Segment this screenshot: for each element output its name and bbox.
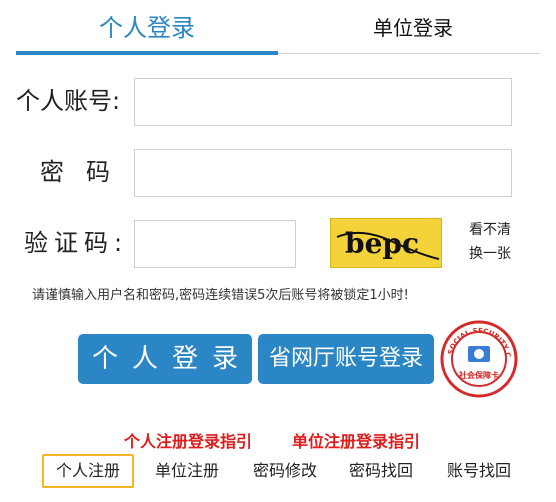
account-field-box <box>134 78 512 126</box>
account-input[interactable] <box>135 79 511 125</box>
captcha-field-box <box>134 220 296 268</box>
captcha-text: bepc <box>345 227 419 260</box>
account-label: 个人账号: <box>16 87 121 115</box>
tab-unit-login[interactable]: 单位登录 <box>290 8 536 48</box>
logo-chinese-text: 社会保障卡 <box>458 370 499 380</box>
personal-register-link[interactable]: 个人注册 <box>42 454 134 488</box>
personal-login-button[interactable]: 个人登录 <box>78 334 252 384</box>
captcha-refresh-link[interactable]: 看不清 换一张 <box>460 218 520 266</box>
captcha-label: 验证码: <box>24 229 129 257</box>
captcha-input[interactable] <box>135 221 295 267</box>
recover-password-link[interactable]: 密码找回 <box>344 454 418 488</box>
tab-personal-login[interactable]: 个人登录 <box>16 8 278 48</box>
captcha-image[interactable]: bepc <box>330 218 442 268</box>
personal-register-guide-link[interactable]: 个人注册登录指引 <box>124 428 252 452</box>
tab-divider <box>278 53 540 54</box>
portal-account-login-button[interactable]: 省网厅账号登录 <box>258 334 434 384</box>
login-tabs: 个人登录 单位登录 <box>0 0 556 58</box>
lock-warning-notice: 请谨慎输入用户名和密码,密码连续错误5次后账号将被锁定1小时! <box>32 288 409 303</box>
captcha-refresh-line2: 换一张 <box>469 246 511 262</box>
password-field-box <box>134 149 512 197</box>
change-password-link[interactable]: 密码修改 <box>248 454 322 488</box>
captcha-refresh-line1: 看不清 <box>469 222 511 238</box>
password-input[interactable] <box>135 150 511 196</box>
active-tab-indicator <box>16 51 278 55</box>
unit-register-guide-link[interactable]: 单位注册登录指引 <box>292 428 420 452</box>
unit-register-link[interactable]: 单位注册 <box>150 454 224 488</box>
social-security-card-logo: SOCIAL SECURITY CARD 社会保障卡 <box>437 314 518 398</box>
recover-account-link[interactable]: 账号找回 <box>442 454 516 488</box>
